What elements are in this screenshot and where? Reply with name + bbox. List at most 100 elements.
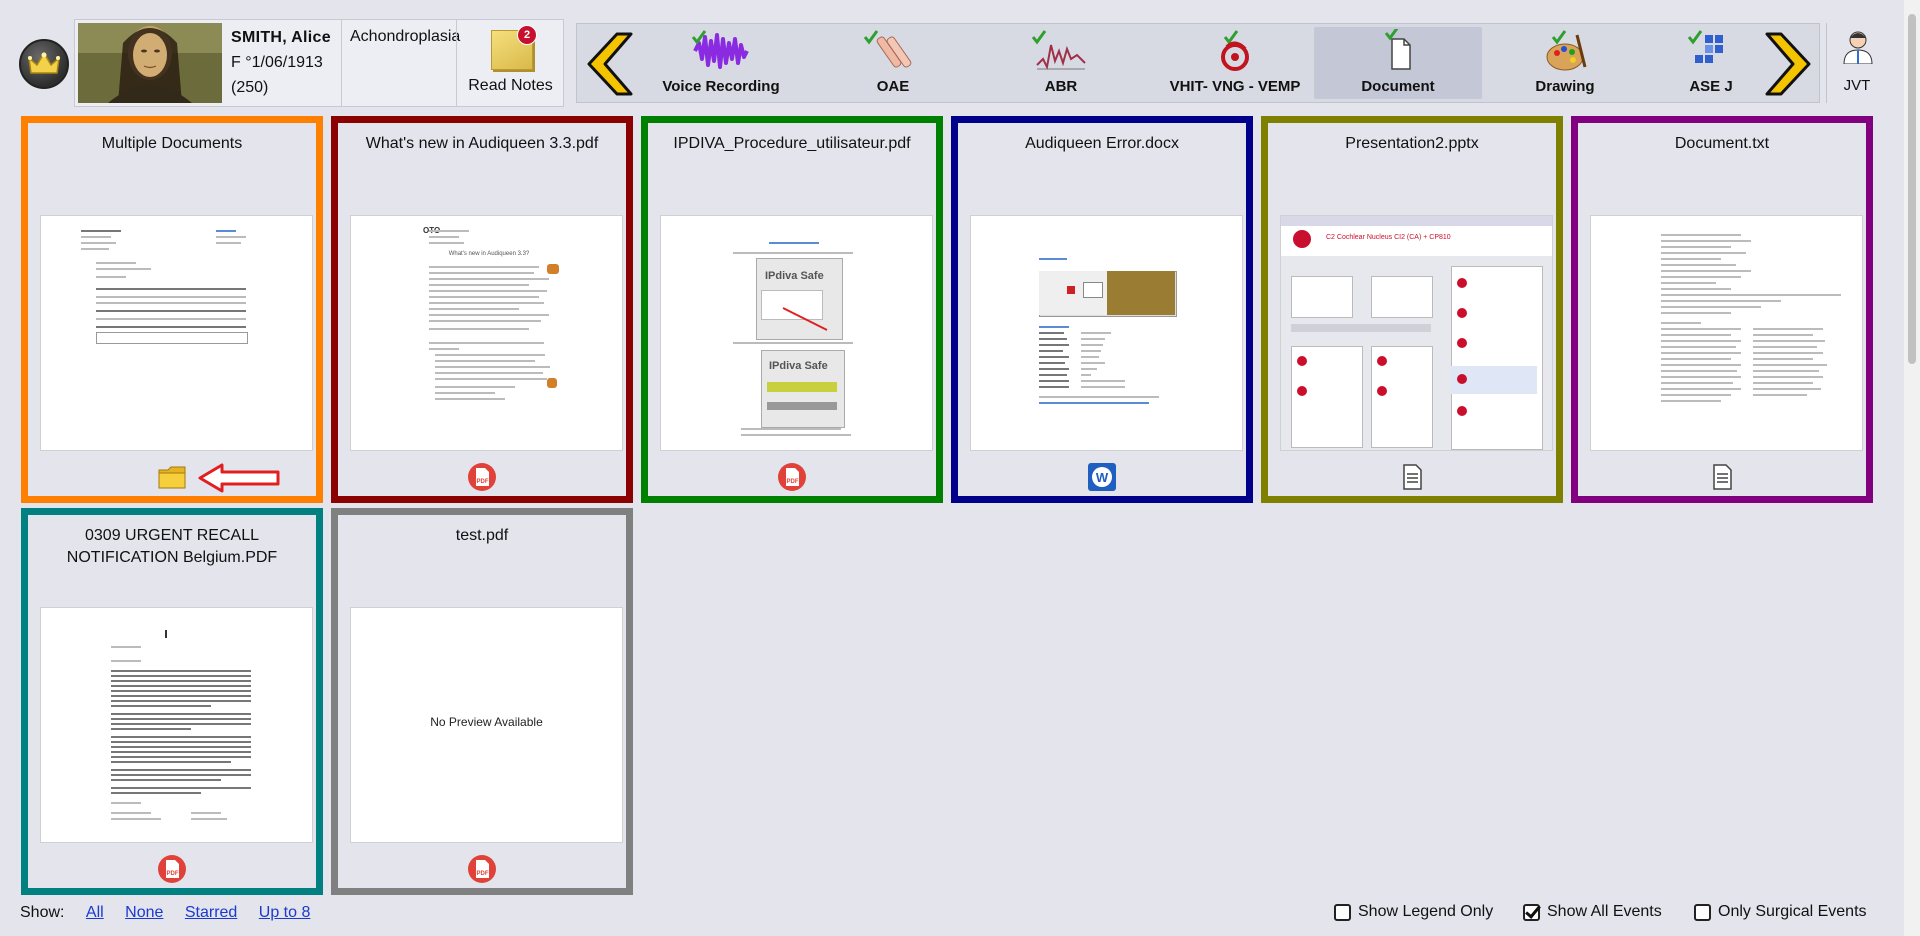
only-surgical-events-option[interactable]: Only Surgical Events [1694, 903, 1867, 921]
nav-item-label: Voice Recording [662, 78, 780, 95]
patient-panel: SMITH, Alice F °1/06/1913 (250) Achondro… [74, 19, 564, 107]
only-surgical-events-checkbox[interactable] [1694, 903, 1711, 921]
red-arrow-annotation [198, 463, 280, 493]
show-legend-only-checkbox[interactable] [1334, 903, 1351, 921]
document-thumbnail [1590, 215, 1863, 451]
abr-wave-icon [1031, 30, 1086, 71]
document-thumbnail [40, 215, 313, 451]
divider [1826, 23, 1827, 103]
test-navigation-strip: Voice Recording OAE ABR VHIT- VNG - VEMP… [576, 23, 1820, 103]
show-up-to-8-link[interactable]: Up to 8 [259, 904, 311, 921]
thumb-heading-text: C2 Cochlear Nucleus CI2 (CA) + CP810 [1326, 234, 1451, 241]
palette-icon [1546, 30, 1587, 71]
patient-name: SMITH, Alice [231, 29, 331, 46]
nav-item-label: ABR [1044, 78, 1078, 95]
pdf-icon: PDF [468, 855, 496, 883]
chevron-right-icon [1765, 32, 1811, 96]
oae-probe-icon [863, 30, 912, 68]
portrait-image [78, 23, 222, 103]
document-card[interactable]: Multiple Documents [21, 116, 323, 503]
document-thumbnail: OTO What's new in Audiqueen 3.3? [350, 215, 623, 451]
patient-diagnosis: Achondroplasia [350, 28, 461, 45]
nav-item-label: Document [1361, 78, 1435, 95]
show-label: Show: [20, 904, 65, 921]
card-title: test.pdf [455, 527, 509, 544]
document-card[interactable]: What's new in Audiqueen 3.3.pdf OTO What… [331, 116, 633, 503]
word-icon: W [1088, 463, 1116, 491]
card-title: Presentation2.pptx [1345, 135, 1479, 152]
show-legend-only-option[interactable]: Show Legend Only [1334, 903, 1493, 921]
document-card[interactable]: test.pdf No Preview Available PDF [331, 508, 633, 895]
nav-item-oae[interactable]: OAE [825, 27, 961, 99]
document-card[interactable]: Presentation2.pptx C2 Cochlear Nucleus C… [1261, 116, 1563, 503]
user-menu[interactable]: JVT [1830, 30, 1884, 100]
text-file-icon [1713, 464, 1732, 490]
nav-item-label: ASE J [1689, 78, 1733, 95]
scrollbar-thumb[interactable] [1908, 14, 1916, 364]
crown-icon [28, 51, 60, 74]
svg-text:PDF: PDF [787, 479, 799, 485]
nav-item-drawing[interactable]: Drawing [1497, 27, 1633, 99]
nav-item-voice-recording[interactable]: Voice Recording [653, 27, 789, 99]
show-all-link[interactable]: All [86, 904, 104, 921]
read-notes-button[interactable]: 2 Read Notes [459, 22, 562, 104]
card-title: What's new in Audiqueen 3.3.pdf [365, 135, 599, 152]
patient-info: SMITH, Alice F °1/06/1913 (250) [231, 25, 331, 100]
document-thumbnail [970, 215, 1243, 451]
document-thumbnail: IPdiva Safe IPdiva Safe [660, 215, 933, 451]
read-notes-label: Read Notes [468, 77, 553, 94]
nav-item-abr[interactable]: ABR [993, 27, 1129, 99]
svg-text:PDF: PDF [477, 871, 489, 877]
option-label: Show Legend Only [1358, 903, 1494, 920]
nav-item-label: OAE [876, 78, 910, 95]
patient-sex-dob: F °1/06/1913 [231, 54, 323, 71]
patient-id: (250) [231, 79, 269, 96]
pdf-icon: PDF [778, 463, 806, 491]
document-thumbnail [40, 607, 313, 843]
patient-photo[interactable] [78, 23, 222, 103]
pdf-icon: PDF [158, 855, 186, 883]
document-card[interactable]: IPDIVA_Procedure_utilisateur.pdf IPdiva … [641, 116, 943, 503]
show-all-events-checkbox[interactable] [1523, 903, 1540, 921]
user-doctor-icon [1843, 31, 1873, 64]
divider [341, 20, 342, 106]
document-card[interactable]: 0309 URGENT RECALL NOTIFICATION Belgium.… [21, 508, 323, 895]
home-crown-button[interactable] [19, 39, 69, 89]
document-icon [1384, 29, 1411, 70]
vestibular-icon [1221, 30, 1249, 71]
nav-next-button[interactable] [1761, 32, 1813, 96]
header: SMITH, Alice F °1/06/1913 (250) Achondro… [0, 0, 1900, 112]
thumb-heading-text: What's new in Audiqueen 3.3? [448, 251, 530, 257]
nav-item-vhit-vng-vemp[interactable]: VHIT- VNG - VEMP [1161, 27, 1309, 99]
card-title: Multiple Documents [101, 135, 243, 152]
nav-item-label: VHIT- VNG - VEMP [1169, 78, 1301, 95]
vertical-scrollbar[interactable] [1904, 0, 1920, 936]
show-starred-link[interactable]: Starred [185, 904, 237, 921]
nav-item-document[interactable]: Document [1314, 27, 1482, 99]
nav-previous-button[interactable] [585, 32, 637, 96]
card-title: 0309 URGENT RECALL NOTIFICATION Belgium.… [66, 527, 278, 566]
voice-waveform-icon [691, 30, 749, 69]
show-all-events-option[interactable]: Show All Events [1523, 903, 1662, 921]
option-label: Show All Events [1547, 903, 1662, 920]
nav-item-label: Drawing [1535, 78, 1595, 95]
grid-icon [1687, 30, 1723, 63]
document-card[interactable]: Audiqueen Error.docx W [951, 116, 1253, 503]
document-card[interactable]: Document.txt [1571, 116, 1873, 503]
no-preview-text: No Preview Available [430, 715, 543, 729]
thumb-logo-text: IPdiva Safe [769, 360, 828, 372]
chevron-left-icon [587, 32, 633, 96]
user-initials: JVT [1843, 77, 1871, 94]
svg-text:PDF: PDF [477, 479, 489, 485]
folder-icon [158, 466, 186, 489]
divider [456, 20, 457, 106]
document-thumbnail: No Preview Available [350, 607, 623, 843]
show-none-link[interactable]: None [125, 904, 163, 921]
option-label: Only Surgical Events [1718, 903, 1867, 920]
thumb-logo-text: IPdiva Safe [765, 270, 824, 282]
svg-text:W: W [1096, 470, 1109, 485]
red-arrow-annotation [782, 307, 828, 331]
nav-item-ase-j[interactable]: ASE J [1665, 27, 1757, 99]
filter-bar: Show: All None Starred Up to 8 [20, 904, 310, 922]
text-file-icon [1403, 464, 1422, 490]
